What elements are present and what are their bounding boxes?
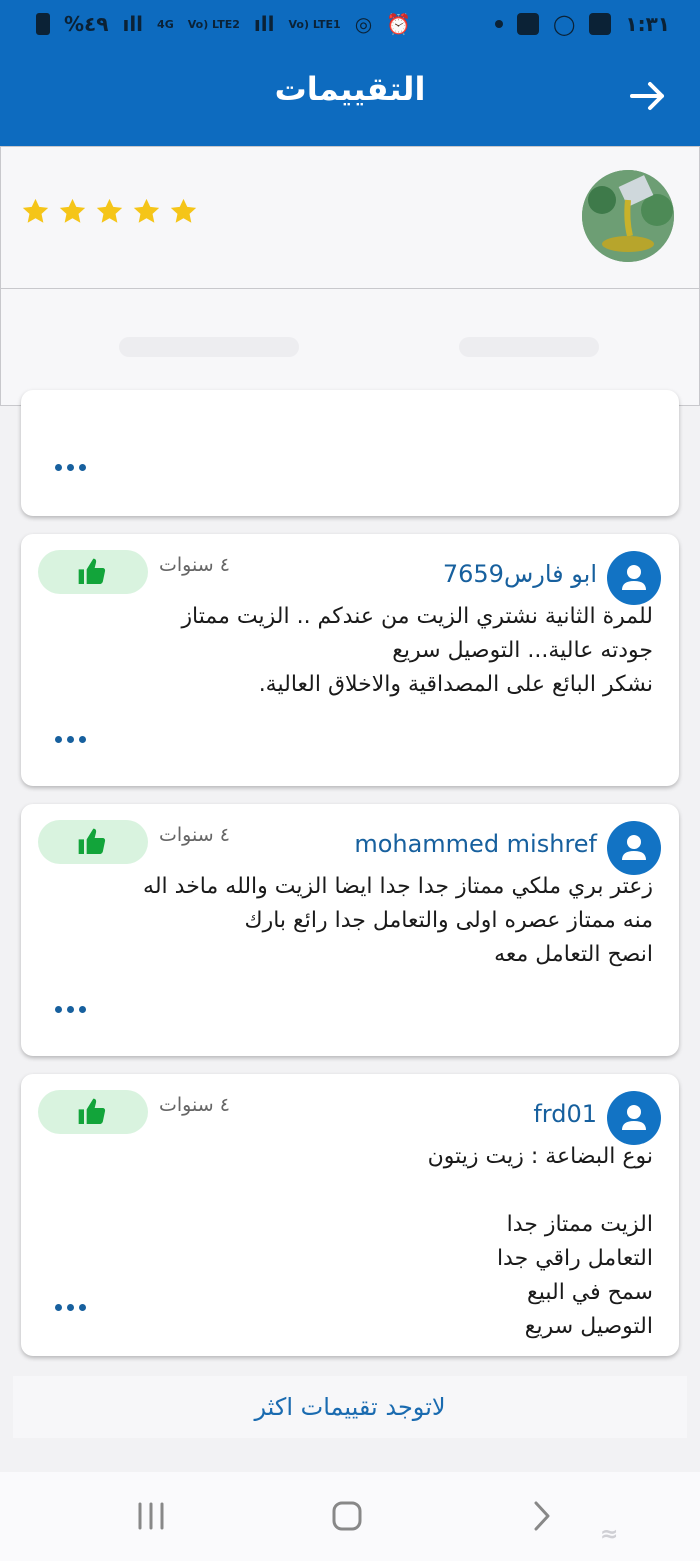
volte-lte1: Vo) LTE1 [288, 17, 341, 31]
page-title: التقييمات [274, 70, 426, 108]
volte-lte2: Vo) LTE2 [187, 17, 240, 31]
star-icon [133, 198, 160, 223]
back-button[interactable] [626, 74, 670, 118]
alarm-icon: ⏰ [386, 12, 412, 36]
star-icon [22, 198, 49, 223]
review-text: للمرة الثانية نشتري الزيت من عندكم .. ال… [181, 604, 653, 697]
gallery-icon [589, 13, 612, 35]
arrow-right-icon [630, 82, 664, 110]
star-icon [96, 198, 123, 223]
back-nav-icon[interactable] [530, 1500, 554, 1532]
recent-apps-icon[interactable] [136, 1500, 166, 1532]
review-text: زعتر بري ملكي ممتاز جدا جدا ايضا الزيت و… [143, 874, 653, 967]
review-age: ٤ سنوات [159, 554, 230, 576]
review-card: ابو فارس7659 ٤ سنوات للمرة الثانية نشتري… [21, 534, 679, 786]
review-age: ٤ سنوات [159, 824, 230, 846]
user-avatar[interactable] [607, 551, 661, 605]
hotspot-icon: ◎ [354, 12, 373, 36]
stat-placeholder [459, 337, 599, 357]
seller-rating [21, 197, 198, 226]
like-badge [38, 820, 148, 864]
star-icon [170, 198, 197, 223]
thumbs-up-icon [78, 1098, 106, 1124]
reviewer-name[interactable]: ابو فارس7659 [443, 560, 597, 588]
signal-icon-2: ıll [253, 12, 275, 36]
reviewer-name[interactable]: frd01 [533, 1100, 597, 1128]
more-button[interactable] [55, 1304, 86, 1311]
app-header: التقييمات [0, 50, 700, 146]
home-icon[interactable] [331, 1500, 363, 1532]
more-button[interactable] [55, 736, 86, 743]
review-card [21, 390, 679, 516]
thumbs-up-icon [78, 828, 106, 854]
user-avatar[interactable] [607, 1091, 661, 1145]
seller-summary [0, 146, 700, 406]
review-age: ٤ سنوات [159, 1094, 230, 1116]
like-badge [38, 550, 148, 594]
status-bar: %٤٩ ıll 4G Vo) LTE2 ıll Vo) LTE1 ◎ ⏰ ◯ ١… [0, 0, 700, 50]
stat-placeholder [119, 337, 299, 357]
more-button[interactable] [55, 1006, 86, 1013]
review-text: نوع البضاعة : زيت زيتون الزيت ممتاز جدا … [427, 1144, 653, 1339]
signal-icon: ıll [122, 12, 144, 36]
more-button[interactable] [55, 464, 86, 471]
olive-oil-image [582, 170, 674, 262]
star-icon [59, 198, 86, 223]
notification-dot-icon [494, 20, 503, 28]
system-nav-bar: ≈ [0, 1472, 700, 1561]
thumbs-up-icon [78, 558, 106, 584]
network-4g: 4G [157, 17, 174, 31]
user-icon [622, 835, 646, 860]
clock: ١:٣١ [625, 12, 670, 36]
app-notification-icon [516, 13, 539, 35]
seller-avatar[interactable] [582, 170, 674, 262]
review-card: frd01 ٤ سنوات نوع البضاعة : زيت زيتون ال… [21, 1074, 679, 1356]
battery-level: %٤٩ [64, 12, 109, 36]
battery-icon [36, 13, 50, 35]
watermark-logo: ≈ [600, 1522, 619, 1547]
user-icon [622, 1105, 646, 1130]
whatsapp-icon: ◯ [552, 12, 576, 36]
reviewer-name[interactable]: mohammed mishref [354, 830, 597, 858]
user-avatar[interactable] [607, 821, 661, 875]
no-more-reviews: لاتوجد تقييمات اكثر [13, 1376, 687, 1438]
like-badge [38, 1090, 148, 1134]
review-card: mohammed mishref ٤ سنوات زعتر بري ملكي م… [21, 804, 679, 1056]
user-icon [622, 565, 646, 590]
